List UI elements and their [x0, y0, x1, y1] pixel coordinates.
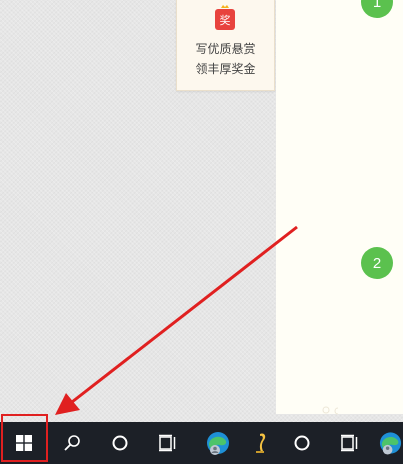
edge-browser-icon — [207, 432, 229, 455]
cortana-button[interactable] — [100, 422, 140, 464]
search-icon — [64, 435, 80, 451]
start-button-highlight — [1, 414, 48, 462]
search-button[interactable] — [52, 422, 92, 464]
reward-line-2: 领丰厚奖金 — [195, 62, 256, 76]
pen-app-button[interactable] — [242, 422, 282, 464]
task-view-icon — [341, 434, 358, 452]
task-view-button-2[interactable] — [330, 422, 370, 464]
edge-browser-button[interactable] — [198, 422, 238, 464]
pen-app-icon — [256, 433, 266, 453]
reward-card[interactable]: 奖 写优质悬赏 领丰厚奖金 — [176, 0, 275, 91]
edge-browser-icon — [379, 432, 402, 455]
taskbar — [0, 422, 403, 464]
svg-text:奖: 奖 — [220, 13, 231, 27]
cortana-button-2[interactable] — [282, 422, 322, 464]
cortana-ring-icon — [294, 435, 310, 451]
content-panel — [276, 0, 403, 414]
edge-browser-button-2[interactable] — [374, 422, 403, 464]
reward-envelope-icon: 奖 — [215, 5, 235, 30]
reward-line-1: 写优质悬赏 — [195, 42, 256, 56]
task-view-button[interactable] — [148, 422, 188, 464]
step-badge-2: 2 — [361, 247, 393, 279]
cortana-ring-icon — [112, 435, 128, 451]
watermark-icon — [322, 406, 339, 415]
task-view-icon — [159, 434, 176, 452]
